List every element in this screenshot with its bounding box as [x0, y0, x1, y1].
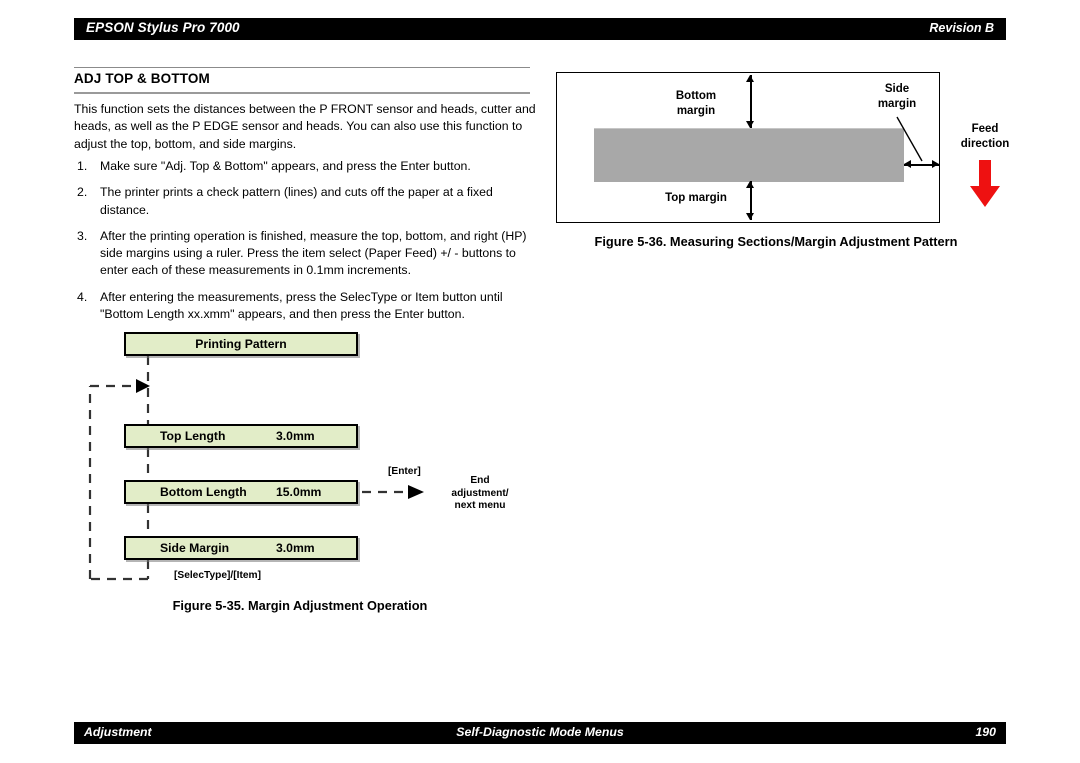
bottom-margin-label: Bottom margin: [656, 89, 736, 118]
arrow-head-right-icon: [932, 160, 939, 168]
side-margin-label-line2: margin: [877, 97, 917, 110]
figure-5-36-caption: Figure 5-36. Measuring Sections/Margin A…: [594, 234, 958, 249]
arrow-head-down-icon: [746, 121, 754, 128]
step-text: Make sure "Adj. Top & Bottom" appears, a…: [100, 159, 471, 173]
section-intro-paragraph: This function sets the distances between…: [74, 102, 536, 151]
side-margin-leader-line: [896, 116, 923, 162]
step-number: 1.: [77, 159, 88, 173]
flow-box-label: Printing Pattern: [195, 337, 287, 351]
flow-box-label: Bottom Length: [160, 485, 247, 499]
footer-center-text: Self-Diagnostic Mode Menus: [456, 725, 624, 739]
bottom-margin-label-line1: Bottom: [675, 90, 717, 102]
flow-box-side-margin[interactable]: Side Margin 3.0mm: [124, 536, 358, 560]
page-header-title: EPSON Stylus Pro 7000: [86, 20, 240, 35]
selectype-item-annotation: [SelecType]/[Item]: [174, 570, 261, 581]
end-adjustment-line2: adjustment/: [451, 487, 509, 499]
step-number: 4.: [77, 289, 88, 304]
feed-direction-label: Feed direction: [948, 122, 1022, 151]
flow-box-top-length[interactable]: Top Length 3.0mm: [124, 424, 358, 448]
step-text: After entering the measurements, press t…: [100, 289, 503, 322]
feed-direction-label-line2: direction: [960, 137, 1010, 150]
figure-5-36-diagram: Bottom margin Top margin Side margin Fee…: [556, 72, 1009, 225]
step-text: The printer prints a check pattern (line…: [100, 185, 493, 217]
procedure-step: 4. After entering the measurements, pres…: [74, 289, 536, 324]
step-text: After the printing operation is finished…: [100, 228, 527, 278]
flow-box-label: Side Margin: [160, 541, 230, 555]
procedure-step: 2. The printer prints a check pattern (l…: [74, 184, 536, 219]
flow-box-label: Top Length: [160, 429, 226, 443]
arrow-head-down-icon: [746, 213, 754, 220]
step-number: 2.: [77, 185, 88, 200]
feed-direction-label-line1: Feed: [971, 123, 999, 135]
bottom-margin-label-line2: margin: [676, 104, 716, 117]
flow-box-value: 15.0mm: [276, 485, 322, 499]
procedure-step: 1. Make sure "Adj. Top & Bottom" appears…: [74, 158, 536, 175]
section-rule-top: [74, 67, 530, 68]
flow-box-bottom-length[interactable]: Bottom Length 15.0mm: [124, 480, 358, 504]
step-number: 3.: [77, 228, 88, 243]
procedure-step: 3. After the printing operation is finis…: [74, 228, 536, 280]
feed-direction-arrow-icon: [970, 160, 1000, 207]
flow-box-value: 3.0mm: [276, 541, 315, 555]
figure-5-35-flowchart: Printing Pattern Top Length 3.0mm Bottom…: [74, 328, 534, 588]
end-adjustment-line1: End: [470, 475, 490, 486]
figure-5-35-caption: Figure 5-35. Margin Adjustment Operation: [172, 598, 428, 613]
flow-box-value: 3.0mm: [276, 429, 315, 443]
flow-box-printing-pattern[interactable]: Printing Pattern: [124, 332, 358, 356]
printed-pattern-area: [594, 128, 904, 182]
side-margin-label-line1: Side: [884, 83, 910, 95]
end-adjustment-annotation: End adjustment/ next menu: [440, 475, 520, 513]
side-margin-label: Side margin: [862, 82, 932, 111]
section-rule-bottom: [74, 92, 530, 94]
enter-key-annotation: [Enter]: [388, 466, 421, 477]
footer-page-number: 190: [975, 725, 996, 739]
top-margin-dimension-arrow: [746, 181, 755, 220]
bottom-margin-dimension-arrow: [746, 75, 755, 128]
document-page: { "header": { "product_title": "EPSON St…: [0, 0, 1080, 763]
page-header-revision: Revision B: [929, 21, 994, 35]
footer-left-text: Adjustment: [84, 725, 152, 739]
procedure-step-list: 1. Make sure "Adj. Top & Bottom" appears…: [74, 158, 536, 332]
section-title: ADJ TOP & BOTTOM: [74, 71, 210, 86]
end-adjustment-line3: next menu: [454, 500, 506, 512]
top-margin-label: Top margin: [665, 192, 727, 204]
